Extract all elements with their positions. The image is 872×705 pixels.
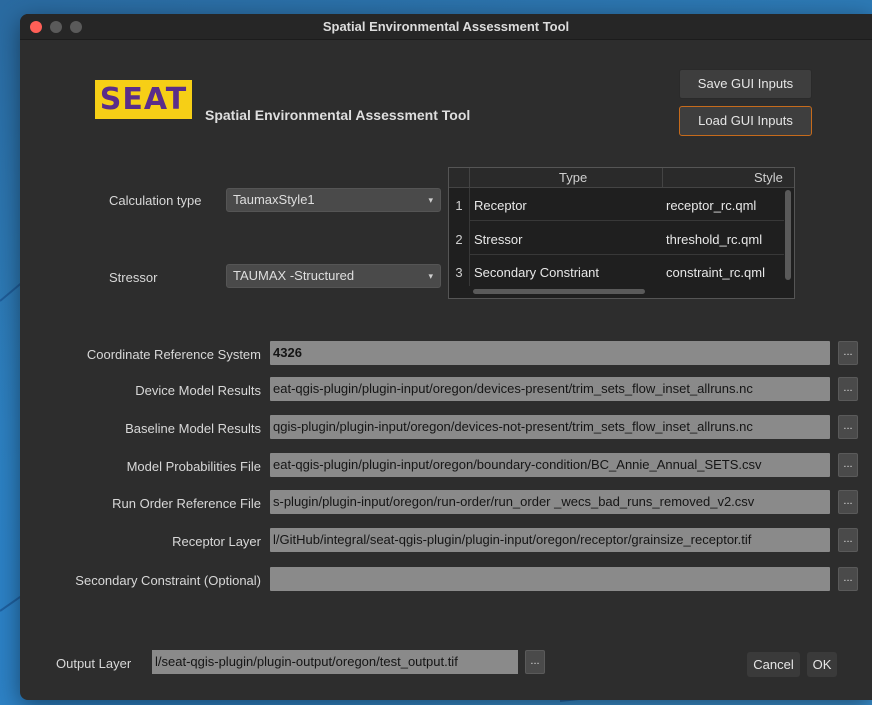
seat-logo: SEAT <box>95 80 192 119</box>
app-window: Spatial Environmental Assessment Tool SE… <box>20 14 872 700</box>
style-table[interactable]: Type Style 1 Receptor receptor_rc.qml 2 … <box>448 167 795 299</box>
table-cell-type[interactable]: Receptor <box>474 198 527 213</box>
table-cell-type[interactable]: Stressor <box>474 232 522 247</box>
baseline-model-results-label: Baseline Model Results <box>125 421 261 436</box>
secondary-constraint-input[interactable] <box>270 567 830 591</box>
output-layer-browse-button[interactable]: ... <box>525 650 545 674</box>
device-model-results-input[interactable]: eat-qgis-plugin/plugin-input/oregon/devi… <box>270 377 830 401</box>
receptor-layer-input[interactable]: l/GitHub/integral/seat-qgis-plugin/plugi… <box>270 528 830 552</box>
model-probabilities-input[interactable]: eat-qgis-plugin/plugin-input/oregon/boun… <box>270 453 830 477</box>
ok-button[interactable]: OK <box>807 652 837 677</box>
crs-browse-button[interactable]: ... <box>838 341 858 365</box>
secondary-constraint-label: Secondary Constraint (Optional) <box>75 573 261 588</box>
baseline-model-results-input[interactable]: qgis-plugin/plugin-input/oregon/devices-… <box>270 415 830 439</box>
horizontal-scrollbar[interactable] <box>473 289 645 294</box>
output-layer-input[interactable]: l/seat-qgis-plugin/plugin-output/oregon/… <box>152 650 518 674</box>
calculation-type-value: TaumaxStyle1 <box>233 192 315 207</box>
model-probabilities-browse-button[interactable]: ... <box>838 453 858 477</box>
stressor-select[interactable]: TAUMAX -Structured ▾ <box>226 264 441 288</box>
table-cell-style[interactable]: constraint_rc.qml <box>666 265 765 280</box>
row-number: 2 <box>455 232 463 247</box>
column-header-style[interactable]: Style <box>754 170 783 185</box>
title-bar: Spatial Environmental Assessment Tool <box>20 14 872 40</box>
chevron-down-icon: ▾ <box>428 195 433 205</box>
calculation-type-label: Calculation type <box>109 193 202 208</box>
table-header: Type Style <box>449 168 794 188</box>
background-line <box>0 595 22 612</box>
table-cell-style[interactable]: threshold_rc.qml <box>666 232 762 247</box>
run-order-label: Run Order Reference File <box>112 496 261 511</box>
chevron-down-icon: ▾ <box>428 271 433 281</box>
crs-label: Coordinate Reference System <box>86 347 261 362</box>
model-probabilities-label: Model Probabilities File <box>126 459 261 474</box>
stressor-value: TAUMAX -Structured <box>233 268 355 283</box>
output-layer-label: Output Layer <box>56 656 132 671</box>
crs-input[interactable]: 4326 <box>270 341 830 365</box>
table-cell-type[interactable]: Secondary Constriant <box>474 265 599 280</box>
row-number: 3 <box>455 265 463 280</box>
table-cell-style[interactable]: receptor_rc.qml <box>666 198 756 213</box>
baseline-model-browse-button[interactable]: ... <box>838 415 858 439</box>
receptor-layer-browse-button[interactable]: ... <box>838 528 858 552</box>
stressor-label: Stressor <box>109 270 158 285</box>
row-number: 1 <box>455 198 463 213</box>
load-gui-inputs-button[interactable]: Load GUI Inputs <box>679 106 812 136</box>
device-model-results-label: Device Model Results <box>135 383 261 398</box>
cancel-button[interactable]: Cancel <box>747 652 800 677</box>
calculation-type-select[interactable]: TaumaxStyle1 ▾ <box>226 188 441 212</box>
column-header-type[interactable]: Type <box>559 170 587 185</box>
save-gui-inputs-button[interactable]: Save GUI Inputs <box>679 69 812 99</box>
app-title: Spatial Environmental Assessment Tool <box>205 107 471 123</box>
vertical-scrollbar[interactable] <box>785 190 791 280</box>
run-order-browse-button[interactable]: ... <box>838 490 858 514</box>
device-model-browse-button[interactable]: ... <box>838 377 858 401</box>
secondary-constraint-browse-button[interactable]: ... <box>838 567 858 591</box>
receptor-layer-label: Receptor Layer <box>172 534 261 549</box>
run-order-input[interactable]: s-plugin/plugin-input/oregon/run-order/r… <box>270 490 830 514</box>
window-title: Spatial Environmental Assessment Tool <box>322 19 570 34</box>
